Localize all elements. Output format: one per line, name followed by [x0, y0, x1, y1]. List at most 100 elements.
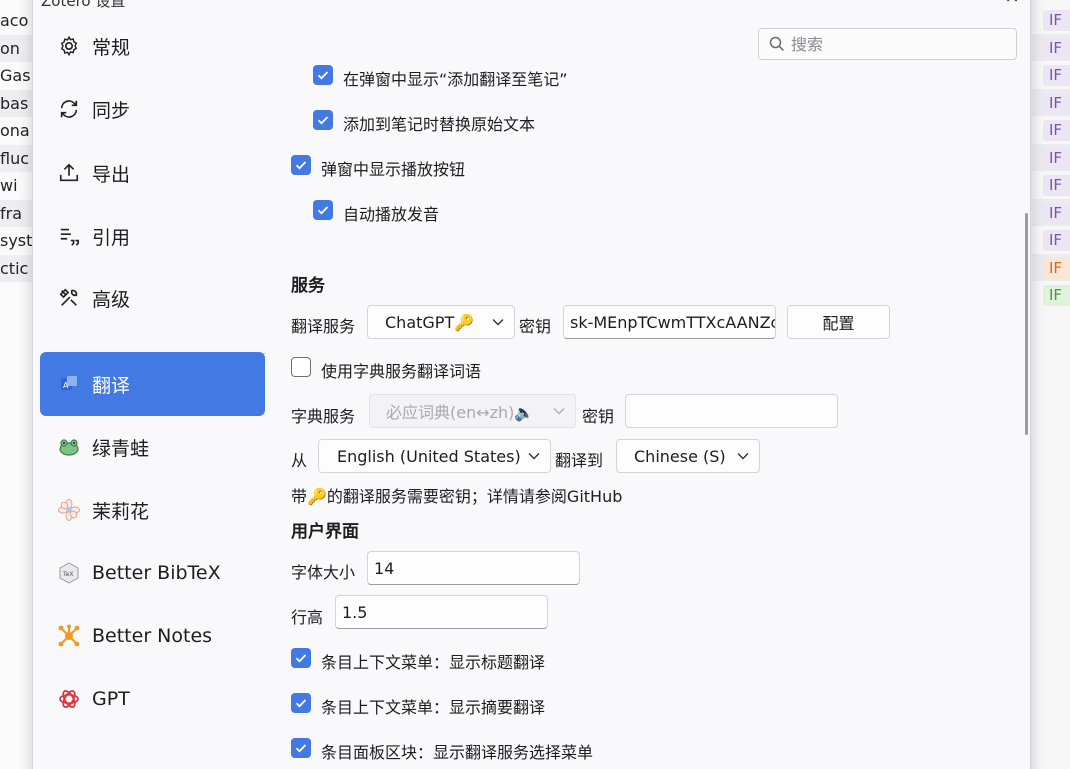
svg-text:A: A: [63, 381, 69, 390]
tools-icon: [56, 285, 82, 311]
background-tag-row: IF: [1032, 88, 1070, 116]
impact-factor-tag: IF: [1043, 65, 1070, 86]
impact-factor-tag: IF: [1043, 202, 1070, 224]
notes-icon: [56, 623, 82, 649]
cite-icon: [56, 223, 82, 249]
background-row: on: [0, 34, 32, 62]
impact-factor-tag: IF: [1043, 285, 1070, 306]
source-language-value: English (United States): [337, 446, 521, 466]
search-icon: [769, 36, 785, 52]
translate-service-dropdown[interactable]: ChatGPT🔑: [367, 305, 515, 339]
sidebar-item-sync[interactable]: 同步: [40, 77, 265, 141]
gear-icon: [56, 33, 82, 59]
close-icon[interactable]: ×: [999, 0, 1025, 10]
background-tag-row: IF: [1032, 143, 1070, 171]
sidebar-item-advanced[interactable]: 高级: [40, 266, 265, 330]
dict-secret-input[interactable]: [625, 394, 838, 428]
background-tag-row: IF: [1032, 33, 1070, 61]
background-row: ona: [0, 121, 30, 140]
sidebar-item-frog[interactable]: 绿青蛙: [40, 415, 265, 479]
impact-factor-tag: IF: [1043, 175, 1070, 196]
chevron-down-icon: [492, 318, 504, 326]
background-tag-column: IF IF IF IF IF IF IF IF IF IF IF: [1032, 0, 1070, 769]
background-row: aco: [0, 11, 29, 30]
content-scrollbar[interactable]: [1025, 213, 1028, 435]
option-label-panel-service-menu: 条目面板区块：显示翻译服务选择菜单: [321, 743, 594, 762]
dict-service-dropdown[interactable]: 必应词典(en↔zh)🔈: [369, 394, 576, 428]
background-tag-row: IF: [1032, 198, 1070, 226]
chevron-down-icon: [737, 452, 749, 460]
checkbox-menu-title-translation[interactable]: [291, 648, 311, 668]
font-size-input[interactable]: 14: [367, 551, 580, 585]
background-tag-row: IF: [1032, 6, 1070, 33]
line-height-input[interactable]: 1.5: [335, 595, 548, 629]
checkbox-popup-add-note[interactable]: [313, 65, 333, 85]
dict-service-label: 字典服务: [291, 407, 356, 426]
sidebar-item-label: 常规: [92, 36, 131, 59]
background-tag-row: IF: [1032, 281, 1070, 308]
background-row: ctic: [0, 254, 32, 282]
sidebar-item-general[interactable]: 常规: [40, 14, 265, 78]
sidebar-item-label: 高级: [92, 288, 131, 311]
checkbox-use-dict[interactable]: [291, 357, 311, 377]
background-row: fra: [0, 199, 32, 227]
sidebar-item-label: 同步: [92, 99, 131, 122]
sidebar-item-gpt[interactable]: GPT: [40, 667, 265, 731]
svg-text:TeX: TeX: [62, 571, 73, 578]
translate-service-label: 翻译服务: [291, 317, 356, 336]
frog-icon: [56, 434, 82, 460]
sidebar-item-better-bibtex[interactable]: TeX Better BibTeX: [40, 541, 265, 605]
config-button[interactable]: 配置: [787, 305, 890, 339]
sidebar-item-export[interactable]: 导出: [40, 141, 265, 205]
option-label-popup-add-note: 在弹窗中显示“添加翻译至笔记”: [343, 70, 568, 89]
search-box[interactable]: [758, 28, 1017, 60]
impact-factor-tag: IF: [1043, 120, 1070, 141]
background-row: bas: [0, 89, 32, 117]
sidebar-item-label: GPT: [92, 688, 130, 710]
to-label: 翻译到: [555, 451, 604, 470]
option-label-show-play-button: 弹窗中显示播放按钮: [321, 160, 466, 179]
option-label-use-dict: 使用字典服务翻译词语: [321, 362, 482, 381]
background-tag-row: IF: [1032, 61, 1070, 88]
target-language-dropdown[interactable]: Chinese (S): [616, 439, 760, 473]
sidebar-item-label: 绿青蛙: [92, 437, 150, 460]
background-row: Gas: [0, 66, 31, 85]
sidebar-item-cite[interactable]: 引用: [40, 204, 265, 268]
source-language-dropdown[interactable]: English (United States): [318, 439, 551, 473]
option-label-replace-original: 添加到笔记时替换原始文本: [343, 115, 536, 134]
impact-factor-tag: IF: [1043, 147, 1070, 169]
jasmine-icon: [56, 497, 82, 523]
font-size-label: 字体大小: [291, 563, 356, 582]
section-title-ui: 用户界面: [291, 522, 359, 542]
key-note: 带🔑的翻译服务需要密钥；详情请参阅GitHub: [291, 487, 623, 506]
background-tag-row: IF: [1032, 116, 1070, 143]
chevron-down-icon: [553, 407, 565, 415]
sidebar-item-label: 导出: [92, 163, 131, 186]
section-title-service: 服务: [291, 276, 325, 296]
sidebar-item-translate[interactable]: A 翻译: [40, 352, 265, 416]
checkbox-autoplay[interactable]: [313, 200, 333, 220]
search-input[interactable]: [791, 34, 991, 54]
sidebar-item-label: Better Notes: [92, 625, 213, 647]
target-language-value: Chinese (S): [634, 446, 726, 466]
settings-sidebar: 常规 同步 导出 引用 高级 A 翻译 绿青蛙 茉莉花 TeX Better B…: [33, 0, 273, 769]
checkbox-show-play-button[interactable]: [291, 155, 311, 175]
translate-icon: A: [56, 371, 82, 397]
background-row: syst: [0, 231, 32, 250]
gpt-icon: [56, 686, 82, 712]
option-label-menu-title-translation: 条目上下文菜单：显示标题翻译: [321, 653, 546, 672]
sidebar-item-label: 茉莉花: [92, 500, 150, 523]
secret-input[interactable]: sk-MEnpTCwmTTXcAANZc: [563, 305, 776, 339]
impact-factor-tag: IF: [1043, 92, 1070, 114]
impact-factor-tag: IF: [1043, 230, 1070, 251]
checkbox-replace-original[interactable]: [313, 110, 333, 130]
background-tag-row: IF: [1032, 226, 1070, 253]
checkbox-panel-service-menu[interactable]: [291, 738, 311, 758]
sidebar-item-better-notes[interactable]: Better Notes: [40, 604, 265, 668]
impact-factor-tag: IF: [1043, 37, 1070, 59]
dict-secret-label: 密钥: [582, 407, 615, 426]
sidebar-item-jasmine[interactable]: 茉莉花: [40, 478, 265, 542]
impact-factor-tag: IF: [1043, 257, 1070, 279]
checkbox-menu-abstract-translation[interactable]: [291, 693, 311, 713]
sidebar-item-label: 翻译: [92, 374, 131, 397]
